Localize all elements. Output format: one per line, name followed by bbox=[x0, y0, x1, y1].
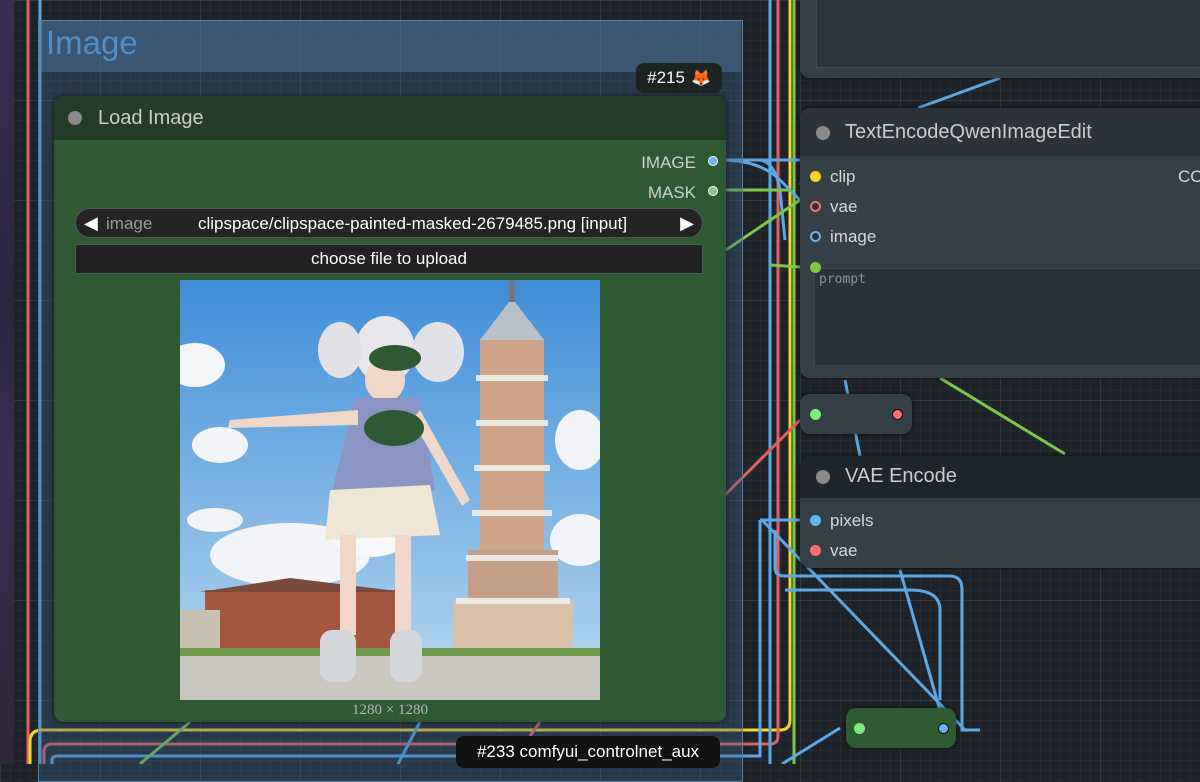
image-preview bbox=[180, 280, 600, 700]
node-title: VAE Encode bbox=[845, 465, 957, 487]
reroute-input-dot-icon[interactable] bbox=[854, 723, 865, 734]
node-id: #215 bbox=[647, 68, 685, 87]
upload-button[interactable]: choose file to upload bbox=[75, 244, 703, 274]
input-label-pixels: pixels bbox=[830, 511, 874, 530]
prompt-placeholder: prompt bbox=[819, 272, 866, 287]
load-image-node[interactable]: Load Image IMAGE MASK ◀ image clipspace/… bbox=[54, 96, 726, 722]
input-slot-vae-icon[interactable] bbox=[810, 201, 821, 212]
reroute-node[interactable] bbox=[846, 708, 956, 748]
top-right-node-widget[interactable] bbox=[816, 0, 1200, 68]
combo-prev-arrow-icon[interactable]: ◀ bbox=[84, 213, 98, 234]
fox-icon: 🦊 bbox=[690, 70, 711, 87]
node-id-badge: #215 🦊 bbox=[636, 63, 722, 93]
reroute-node[interactable] bbox=[800, 394, 912, 434]
input-slot-pixels-icon[interactable] bbox=[810, 515, 821, 526]
node-badge-controlnet-aux: #233 comfyui_controlnet_aux bbox=[456, 736, 720, 768]
output-label-image: IMAGE bbox=[641, 153, 696, 172]
combo-next-arrow-icon[interactable]: ▶ bbox=[680, 213, 694, 234]
collapse-dot-icon[interactable] bbox=[816, 126, 830, 140]
input-label-clip: clip bbox=[830, 167, 856, 186]
combo-label: image bbox=[106, 214, 153, 233]
load-image-header[interactable]: Load Image bbox=[54, 96, 726, 140]
image-combo-widget[interactable]: ◀ image clipspace/clipspace-painted-mask… bbox=[75, 208, 703, 238]
reroute-input-dot-icon[interactable] bbox=[810, 409, 821, 420]
input-label-vae: vae bbox=[830, 541, 858, 560]
vae-encode-header[interactable]: VAE Encode bbox=[800, 456, 1200, 498]
group-title: Image bbox=[46, 24, 138, 61]
output-label-partial: CO bbox=[1178, 167, 1200, 186]
input-slot-vae-icon[interactable] bbox=[810, 545, 821, 556]
input-slot-image-icon[interactable] bbox=[810, 231, 821, 242]
node-title: Load Image bbox=[98, 107, 204, 129]
input-label-image: image bbox=[830, 227, 877, 246]
combo-value[interactable]: clipspace/clipspace-painted-masked-26794… bbox=[198, 214, 627, 234]
input-slot-prompt-icon[interactable] bbox=[810, 262, 821, 273]
text-encode-header[interactable]: TextEncodeQwenImageEdit bbox=[800, 108, 1200, 156]
collapse-dot-icon[interactable] bbox=[68, 111, 82, 125]
output-slot-mask-icon[interactable] bbox=[708, 186, 718, 196]
output-slot-image-icon[interactable] bbox=[708, 156, 718, 166]
collapse-dot-icon[interactable] bbox=[816, 470, 830, 484]
reroute-output-dot-icon[interactable] bbox=[938, 723, 949, 734]
reroute-output-dot-icon[interactable] bbox=[892, 409, 903, 420]
output-label-mask: MASK bbox=[647, 183, 696, 202]
prompt-textarea[interactable]: prompt bbox=[814, 268, 1200, 366]
image-group-header[interactable] bbox=[38, 20, 741, 72]
input-label-vae: vae bbox=[830, 197, 858, 216]
image-dimensions: 1280 × 1280 bbox=[352, 702, 428, 718]
node-title: TextEncodeQwenImageEdit bbox=[845, 121, 1092, 143]
input-slot-clip-icon[interactable] bbox=[810, 171, 821, 182]
